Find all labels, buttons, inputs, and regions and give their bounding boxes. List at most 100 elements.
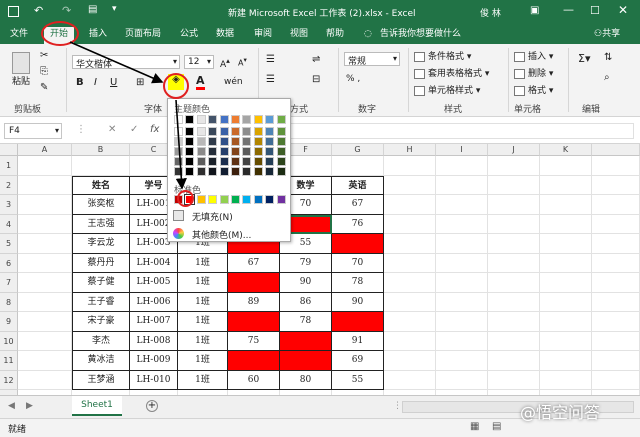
grid-cell[interactable] xyxy=(540,370,592,390)
grid-cell[interactable] xyxy=(18,195,72,215)
table-cell[interactable]: 王子睿 xyxy=(72,292,130,312)
add-sheet-icon[interactable]: + xyxy=(146,400,158,412)
copy-icon[interactable]: ⎘ xyxy=(40,66,48,77)
theme-color-swatch[interactable] xyxy=(276,147,286,156)
tab-view[interactable]: 视图 xyxy=(290,27,308,44)
table-cell[interactable]: 李杰 xyxy=(72,331,130,351)
table-cell[interactable]: LH-010 xyxy=(130,370,178,390)
table-cell[interactable]: 1班 xyxy=(178,253,228,273)
theme-color-swatch[interactable] xyxy=(219,115,229,124)
theme-color-swatch[interactable] xyxy=(196,167,206,176)
row-header[interactable]: 3 xyxy=(0,195,18,215)
table-cell[interactable]: 78 xyxy=(332,273,384,293)
grid-cell[interactable] xyxy=(436,156,488,176)
theme-color-swatch[interactable] xyxy=(253,157,263,166)
save-icon[interactable] xyxy=(8,6,19,17)
theme-color-swatch[interactable] xyxy=(208,147,218,156)
theme-color-swatch[interactable] xyxy=(231,127,240,136)
grid-cell[interactable] xyxy=(18,312,72,332)
theme-color-swatch[interactable] xyxy=(253,115,263,124)
grid-cell[interactable] xyxy=(592,214,640,234)
tell-me-box[interactable]: 告诉我你想要做什么 xyxy=(380,27,461,44)
theme-color-swatch[interactable] xyxy=(276,167,286,176)
grid-cell[interactable] xyxy=(72,156,130,176)
grid-cell[interactable] xyxy=(436,195,488,215)
tab-data[interactable]: 数据 xyxy=(216,27,234,44)
chevron-down-icon[interactable]: ▾ xyxy=(393,54,397,63)
grid-cell[interactable] xyxy=(488,312,540,332)
row-header[interactable]: 12 xyxy=(0,370,18,390)
tab-page-layout[interactable]: 页面布局 xyxy=(125,27,161,44)
row-header[interactable]: 5 xyxy=(0,234,18,254)
grid-cell[interactable] xyxy=(592,351,640,371)
theme-color-swatch[interactable] xyxy=(219,157,229,166)
grid-cell[interactable] xyxy=(436,312,488,332)
minimize-icon[interactable]: — xyxy=(563,3,574,16)
table-cell[interactable]: 80 xyxy=(280,370,332,390)
more-colors-option[interactable]: 其他颜色(M)... xyxy=(170,227,288,241)
table-cell[interactable]: 1班 xyxy=(178,292,228,312)
table-cell[interactable]: 黄冰洁 xyxy=(72,351,130,371)
wrap-text-icon[interactable]: ⇌ xyxy=(312,54,320,65)
table-cell[interactable]: 1班 xyxy=(178,273,228,293)
grid-cell[interactable] xyxy=(540,175,592,195)
no-fill-option[interactable]: 无填充(N) xyxy=(170,209,288,223)
table-cell[interactable]: 69 xyxy=(332,351,384,371)
theme-color-swatch[interactable] xyxy=(242,167,252,176)
table-cell[interactable]: 79 xyxy=(280,253,332,273)
grid-cell[interactable] xyxy=(488,214,540,234)
standard-color-swatch[interactable] xyxy=(265,195,275,204)
grid-cell[interactable] xyxy=(592,195,640,215)
grid-cell[interactable] xyxy=(436,214,488,234)
theme-color-swatch[interactable] xyxy=(265,127,275,136)
table-cell[interactable]: LH-004 xyxy=(130,253,178,273)
theme-color-swatch[interactable] xyxy=(276,137,286,146)
customize-icon[interactable]: ▾ xyxy=(112,4,117,14)
italic-icon[interactable]: I xyxy=(94,77,97,88)
grid-cell[interactable] xyxy=(488,175,540,195)
theme-color-swatch[interactable] xyxy=(276,127,286,136)
percent-icon[interactable]: % , xyxy=(346,74,360,84)
column-header[interactable]: G xyxy=(332,144,384,156)
standard-color-swatch[interactable] xyxy=(219,195,229,204)
standard-color-swatch[interactable] xyxy=(253,195,263,204)
theme-color-swatch[interactable] xyxy=(219,147,229,156)
grid-cell[interactable] xyxy=(488,156,540,176)
table-cell[interactable]: 宋子豪 xyxy=(72,312,130,332)
grid-cell[interactable] xyxy=(18,273,72,293)
column-header[interactable]: H xyxy=(384,144,436,156)
theme-color-swatch[interactable] xyxy=(196,137,206,146)
table-cell[interactable]: 90 xyxy=(332,292,384,312)
row-header[interactable]: 8 xyxy=(0,292,18,312)
theme-color-swatch[interactable] xyxy=(242,157,252,166)
sort-icon[interactable]: ⇅ xyxy=(604,52,612,63)
tab-help[interactable]: 帮助 xyxy=(326,27,344,44)
grid-cell[interactable] xyxy=(592,331,640,351)
theme-color-swatch[interactable] xyxy=(265,157,275,166)
theme-color-swatch[interactable] xyxy=(265,167,275,176)
table-cell[interactable]: 89 xyxy=(228,292,280,312)
theme-color-swatch[interactable] xyxy=(185,137,195,146)
quick-access-icon[interactable]: ▤ xyxy=(88,4,97,15)
grid-cell[interactable] xyxy=(384,312,436,332)
paste-button[interactable]: 粘贴 xyxy=(12,76,30,88)
row-header[interactable]: 4 xyxy=(0,214,18,234)
grid-cell[interactable] xyxy=(592,370,640,390)
grid-cell[interactable] xyxy=(436,370,488,390)
theme-color-swatch[interactable] xyxy=(174,127,183,136)
table-cell[interactable] xyxy=(228,273,280,293)
theme-color-swatch[interactable] xyxy=(231,137,240,146)
tab-review[interactable]: 审阅 xyxy=(254,27,272,44)
paste-icon[interactable] xyxy=(12,52,30,74)
table-cell[interactable]: 70 xyxy=(332,253,384,273)
grid-cell[interactable] xyxy=(332,156,384,176)
grid-cell[interactable] xyxy=(384,253,436,273)
theme-color-swatch[interactable] xyxy=(208,115,218,124)
grid-cell[interactable] xyxy=(384,292,436,312)
theme-color-swatch[interactable] xyxy=(174,115,183,124)
row-header[interactable]: 7 xyxy=(0,273,18,293)
grid-cell[interactable] xyxy=(384,351,436,371)
table-cell[interactable]: 91 xyxy=(332,331,384,351)
table-cell[interactable]: 67 xyxy=(228,253,280,273)
grid-cell[interactable] xyxy=(18,331,72,351)
